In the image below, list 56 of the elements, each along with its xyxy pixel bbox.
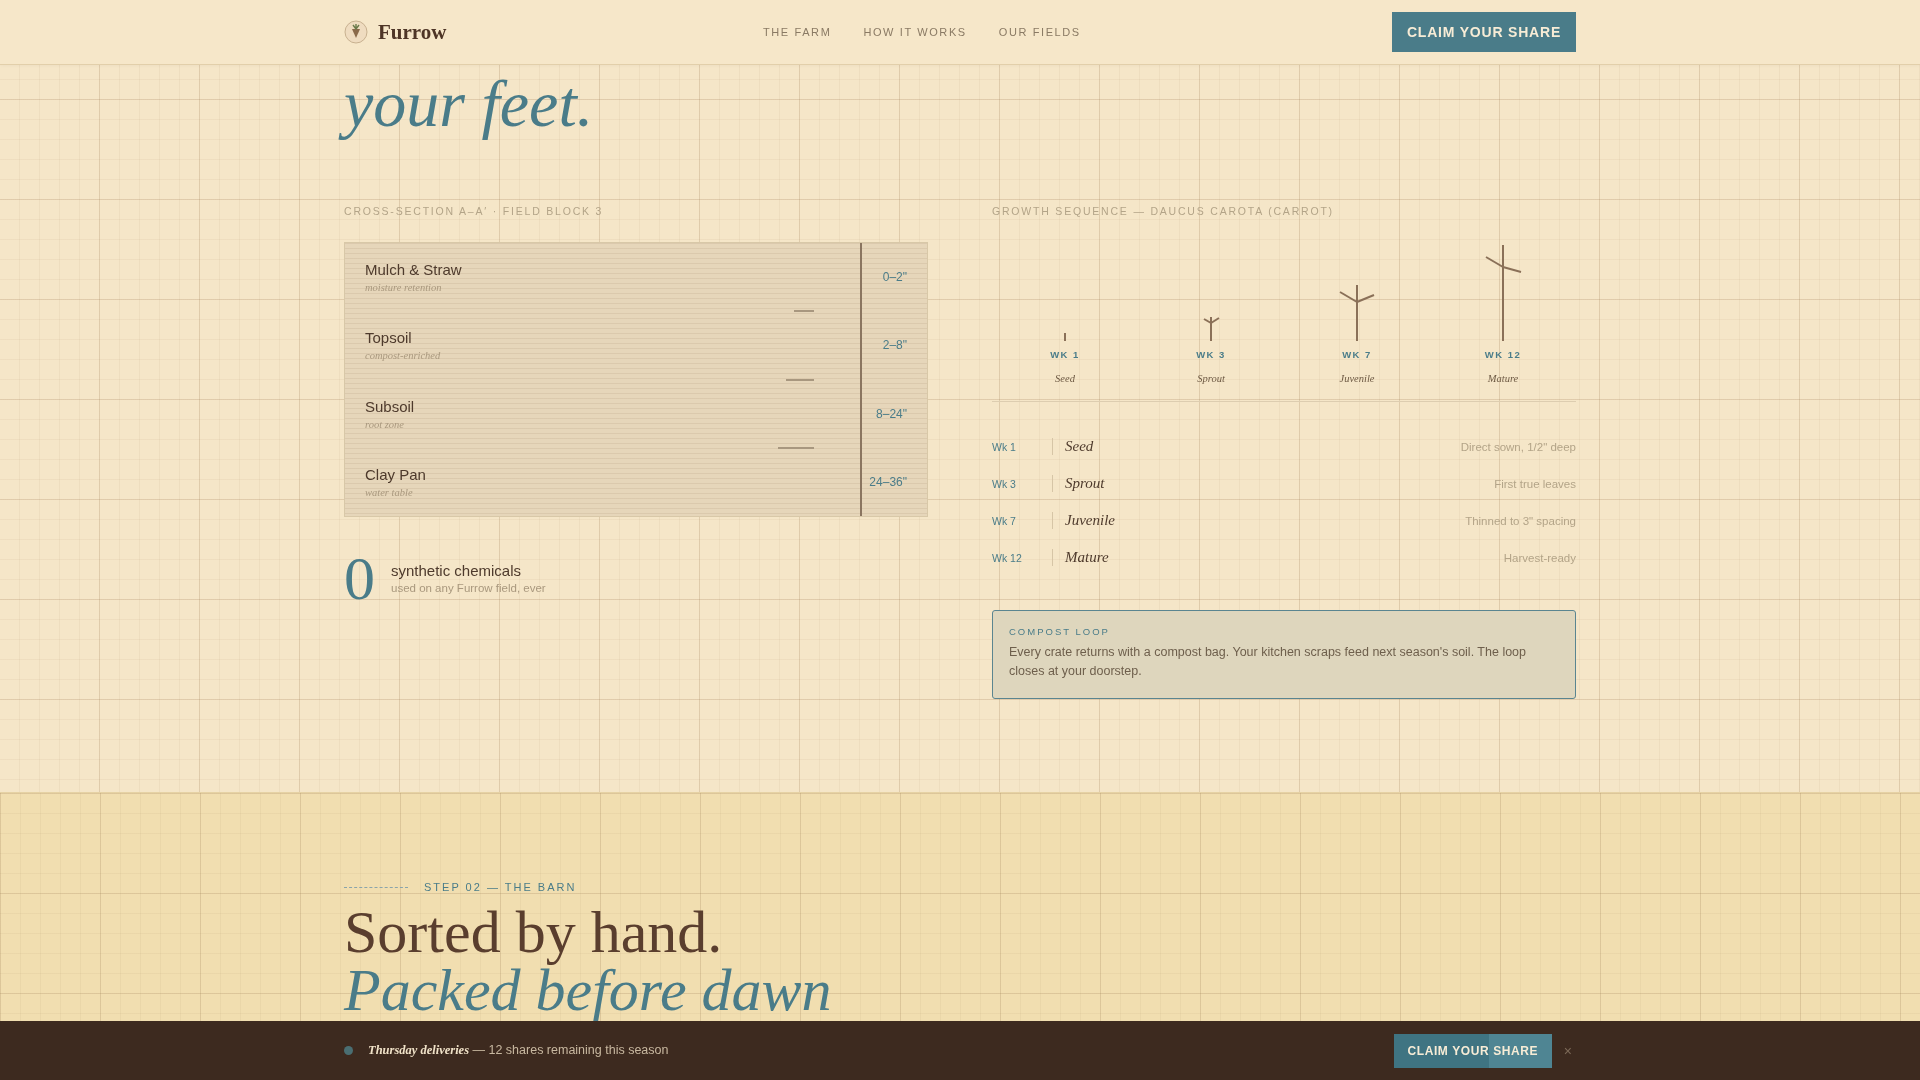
sprout-icon (1484, 245, 1522, 341)
stage-name: Juvenile (1339, 373, 1375, 384)
stage-week: WK 3 (1196, 349, 1226, 360)
row-week: Wk 12 (992, 551, 1023, 564)
row-stage: Mature (1052, 549, 1504, 566)
row-note: First true leaves (1494, 477, 1576, 490)
depth-label: 24–36" (868, 473, 908, 491)
sprout-icon (1339, 285, 1375, 341)
depth-label: 2–8" (881, 337, 908, 355)
claim-share-button[interactable]: CLAIM YOUR SHARE (1393, 1033, 1552, 1068)
hero-heading: your feet. (334, 64, 606, 144)
stat-note: used on any Furrow field, ever (391, 582, 546, 594)
root-tick (778, 446, 814, 449)
stat-number: 0 (344, 547, 375, 609)
close-button[interactable]: × (1559, 1042, 1576, 1059)
sprout-icon (1202, 317, 1220, 341)
stage-name: Seed (1055, 373, 1075, 384)
stat-title: synthetic chemicals (391, 562, 523, 579)
stage-name: Mature (1487, 373, 1519, 384)
section-label: CROSS-SECTION A–A′ · FIELD BLOCK 3 (344, 205, 605, 217)
carrot-logo-icon (344, 20, 368, 44)
layer-name: Clay Pan (365, 465, 426, 483)
layer-name: Subsoil (365, 397, 415, 415)
nav-link[interactable]: THE FARM (763, 26, 832, 38)
stage-week: WK 7 (1342, 349, 1372, 360)
row-stage: Sprout (1052, 475, 1495, 492)
layer-name: Topsoil (365, 329, 413, 347)
layer-note: compost-enriched (365, 350, 441, 362)
nav-link[interactable]: OUR FIELDS (998, 26, 1081, 38)
layer-name: Mulch & Straw (365, 261, 462, 279)
layer-note: root zone (365, 418, 405, 430)
brand-name: Furrow (378, 19, 447, 45)
card-text: Every crate returns with a compost bag. Your kitchen scraps feed next season's soil. The loop closes at your doorstep. (1009, 644, 1528, 680)
row-week: Wk 7 (992, 514, 1017, 527)
section-label: GROWTH SEQUENCE — DAUCUS CAROTA (CARROT) (992, 205, 1335, 217)
row-note: Harvest-ready (1503, 551, 1576, 564)
depth-label: 8–24" (875, 405, 908, 423)
root-tick (794, 310, 814, 313)
row-week: Wk 1 (992, 440, 1017, 453)
delivery-note: Thursday deliveries — 12 shares remaining this season (368, 1043, 670, 1058)
row-note: Direct sown, 1/2" deep (1460, 440, 1576, 453)
nav-link[interactable]: HOW IT WORKS (863, 26, 967, 38)
row-week: Wk 3 (992, 477, 1017, 490)
row-note: Thinned to 3" spacing (1465, 514, 1576, 527)
stage-week: WK 12 (1484, 349, 1522, 360)
claim-share-button[interactable]: CLAIM YOUR SHARE (1392, 12, 1576, 52)
layer-note: moisture retention (365, 282, 443, 294)
row-stage: Juvenile (1052, 512, 1466, 529)
row-stage: Seed (1052, 438, 1461, 455)
card-title: COMPOST LOOP (1009, 626, 1111, 637)
stage-week: WK 1 (1050, 349, 1080, 360)
depth-label: 0–2" (881, 269, 908, 287)
stage-name: Sprout (1197, 373, 1225, 384)
root-tick (786, 378, 814, 381)
step-label: STEP 02 — THE BARN (424, 881, 577, 893)
status-dot (344, 1046, 353, 1055)
